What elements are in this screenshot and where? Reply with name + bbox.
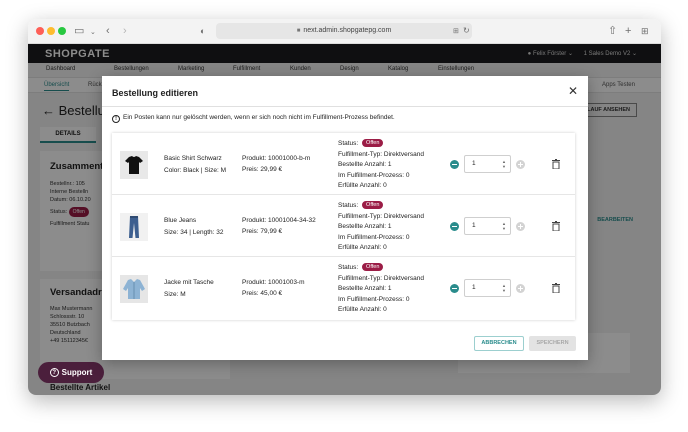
decrease-quantity-button[interactable] bbox=[450, 284, 459, 293]
product-name: Blue Jeans bbox=[164, 217, 197, 224]
reload-icon[interactable]: ↻ bbox=[463, 24, 470, 38]
url-text: next.admin.shopgatepg.com bbox=[303, 27, 392, 34]
trash-icon[interactable] bbox=[552, 159, 560, 169]
address-bar[interactable]: ■ next.admin.shopgatepg.com bbox=[216, 23, 472, 39]
status-label: Status: bbox=[338, 140, 359, 147]
quantity-value: 1 bbox=[472, 160, 476, 167]
zoom-window-button[interactable] bbox=[58, 27, 66, 35]
in-process-quantity: Im Fulfillment-Prozess: 0 bbox=[338, 233, 410, 241]
order-items-list: Basic Shirt Schwarz Color: Black | Size:… bbox=[112, 133, 575, 320]
product-thumbnail-jacket bbox=[120, 275, 148, 303]
minimize-window-button[interactable] bbox=[47, 27, 55, 35]
product-price: Preis: 79,99 € bbox=[242, 228, 283, 235]
save-button[interactable]: SPEICHERN bbox=[529, 336, 576, 351]
decrease-quantity-button[interactable] bbox=[450, 222, 459, 231]
support-label: Support bbox=[61, 368, 93, 377]
ordered-quantity: Bestellte Anzahl: 1 bbox=[338, 161, 392, 168]
close-icon[interactable]: ✕ bbox=[568, 85, 578, 97]
cancel-button[interactable]: ABBRECHEN bbox=[474, 336, 524, 351]
ordered-quantity: Bestellte Anzahl: 1 bbox=[338, 223, 392, 230]
status-badge: Offen bbox=[362, 201, 384, 209]
fulfilled-quantity: Erfüllte Anzahl: 0 bbox=[338, 306, 387, 313]
increase-quantity-button[interactable] bbox=[516, 160, 525, 169]
ordered-quantity: Bestellte Anzahl: 1 bbox=[338, 285, 392, 292]
order-item-row: Basic Shirt Schwarz Color: Black | Size:… bbox=[112, 133, 575, 195]
product-name: Jacke mit Tasche bbox=[164, 279, 214, 286]
support-button[interactable]: ? Support bbox=[38, 362, 104, 383]
modal-title: Bestellung editieren bbox=[112, 88, 199, 98]
forward-icon[interactable]: › bbox=[123, 24, 127, 38]
quantity-input[interactable]: 1 ▲ ▼ bbox=[464, 279, 511, 297]
fulfilled-quantity: Erfüllte Anzahl: 0 bbox=[338, 244, 387, 251]
quantity-input[interactable]: 1 ▲ ▼ bbox=[464, 155, 511, 173]
divider bbox=[102, 106, 588, 107]
lock-icon: ■ bbox=[296, 28, 301, 34]
stepper-arrows-icon[interactable]: ▲ ▼ bbox=[502, 221, 506, 231]
fulfillment-type: Fulfillment-Typ: Direktversand bbox=[338, 150, 424, 158]
trash-icon[interactable] bbox=[552, 283, 560, 293]
jacket-icon bbox=[120, 275, 148, 303]
fulfillment-type: Fulfillment-Typ: Direktversand bbox=[338, 274, 424, 282]
product-price: Preis: 45,00 € bbox=[242, 290, 283, 297]
product-price: Preis: 29,99 € bbox=[242, 166, 283, 173]
tab-overview-icon[interactable]: ⊞ bbox=[641, 24, 649, 38]
product-sku: Produkt: 10001003-m bbox=[242, 279, 305, 286]
decrease-quantity-button[interactable] bbox=[450, 160, 459, 169]
fulfilled-quantity: Erfüllte Anzahl: 0 bbox=[338, 182, 387, 189]
share-icon[interactable]: ⇧ bbox=[608, 24, 617, 38]
edit-order-modal: Bestellung editieren ✕ ! Ein Posten kann … bbox=[102, 76, 588, 360]
fulfillment-info: Status: Offen Fulfillment-Typ: Direktver… bbox=[338, 201, 424, 254]
status-label: Status: bbox=[338, 264, 359, 271]
shield-icon[interactable]: ◐ bbox=[200, 24, 205, 38]
product-name: Basic Shirt Schwarz bbox=[164, 155, 222, 162]
tshirt-icon bbox=[120, 151, 148, 179]
product-thumbnail-jeans bbox=[120, 213, 148, 241]
translate-icon[interactable]: ⊞ bbox=[453, 25, 459, 39]
notice-text: ! Ein Posten kann nur gelöscht werden, we… bbox=[112, 114, 395, 123]
jeans-icon bbox=[120, 213, 148, 241]
status-badge: Offen bbox=[362, 139, 384, 147]
stepper-arrows-icon[interactable]: ▲ ▼ bbox=[502, 283, 506, 293]
in-process-quantity: Im Fulfillment-Prozess: 0 bbox=[338, 295, 410, 303]
browser-toolbar: ▭ ⌄ ‹ › ◐ ■ next.admin.shopgatepg.com ⊞ ↻… bbox=[28, 19, 661, 44]
quantity-value: 1 bbox=[472, 222, 476, 229]
product-sku: Produkt: 10001004-34-32 bbox=[242, 217, 316, 224]
fulfillment-info: Status: Offen Fulfillment-Typ: Direktver… bbox=[338, 263, 424, 316]
product-variant: Size: 34 | Length: 32 bbox=[164, 229, 224, 236]
new-tab-icon[interactable]: + bbox=[625, 24, 631, 38]
order-item-row: Blue Jeans Size: 34 | Length: 32 Produkt… bbox=[112, 195, 575, 257]
quantity-input[interactable]: 1 ▲ ▼ bbox=[464, 217, 511, 235]
stepper-arrows-icon[interactable]: ▲ ▼ bbox=[502, 159, 506, 169]
increase-quantity-button[interactable] bbox=[516, 222, 525, 231]
in-process-quantity: Im Fulfillment-Prozess: 0 bbox=[338, 171, 410, 179]
browser-window: ▭ ⌄ ‹ › ◐ ■ next.admin.shopgatepg.com ⊞ ↻… bbox=[28, 19, 661, 395]
increase-quantity-button[interactable] bbox=[516, 284, 525, 293]
product-thumbnail-tshirt bbox=[120, 151, 148, 179]
order-item-row: Jacke mit Tasche Size: M Produkt: 100010… bbox=[112, 257, 575, 319]
product-variant: Size: M bbox=[164, 291, 186, 298]
sidebar-icon[interactable]: ▭ bbox=[74, 24, 84, 38]
close-window-button[interactable] bbox=[36, 27, 44, 35]
status-label: Status: bbox=[338, 202, 359, 209]
fulfillment-info: Status: Offen Fulfillment-Typ: Direktver… bbox=[338, 139, 424, 192]
status-badge: Offen bbox=[362, 263, 384, 271]
product-variant: Color: Black | Size: M bbox=[164, 167, 227, 174]
quantity-value: 1 bbox=[472, 284, 476, 291]
question-icon: ? bbox=[49, 368, 59, 377]
back-icon[interactable]: ‹ bbox=[106, 24, 110, 38]
trash-icon[interactable] bbox=[552, 221, 560, 231]
fulfillment-type: Fulfillment-Typ: Direktversand bbox=[338, 212, 424, 220]
notice-message: Ein Posten kann nur gelöscht werden, wen… bbox=[123, 114, 395, 121]
chevron-down-icon[interactable]: ⌄ bbox=[90, 26, 96, 40]
product-sku: Produkt: 10001000-b-m bbox=[242, 155, 311, 162]
info-icon: ! bbox=[112, 115, 120, 123]
